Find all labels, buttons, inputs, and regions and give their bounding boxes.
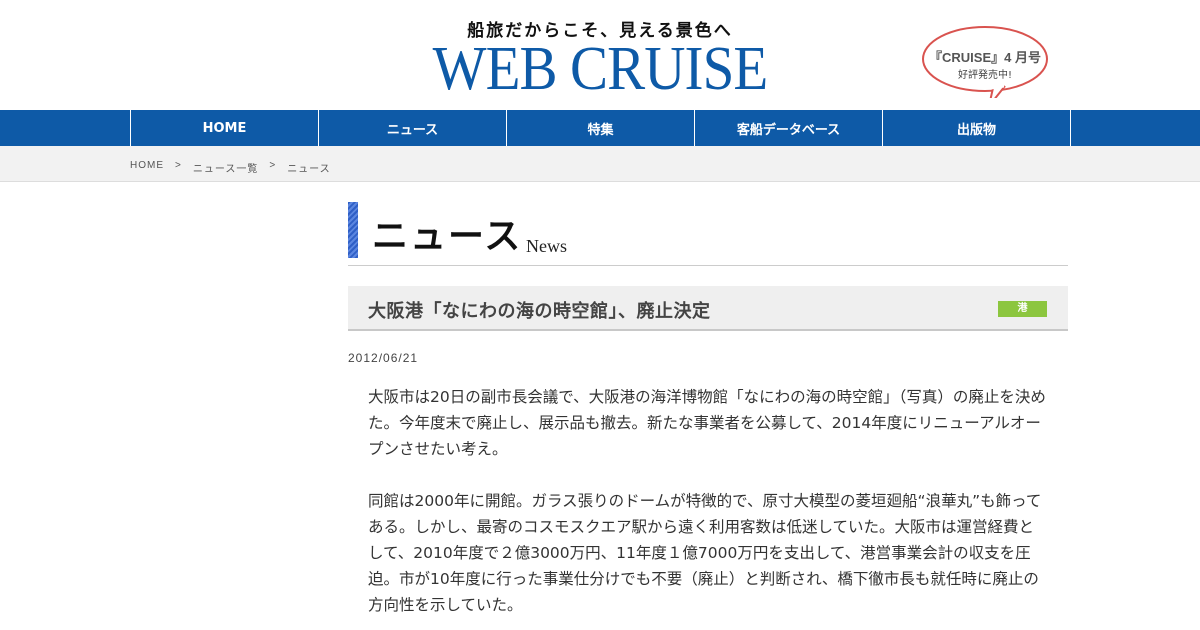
article-date: 2012/06/21	[348, 351, 419, 365]
section-heading: ニュース News	[348, 202, 1068, 266]
promo-issue-text: 『CRUISE』4 月号	[929, 50, 1041, 65]
article-paragraph: 大阪市は20日の副市長会議で、大阪港の海洋博物館「なにわの海の時空館」（写真）の…	[368, 388, 1046, 458]
page-subtitle: News	[526, 236, 567, 256]
breadcrumb-home[interactable]: HOME	[130, 160, 164, 175]
nav-item-publications[interactable]: 出版物	[883, 110, 1071, 146]
breadcrumb-separator: >	[175, 160, 182, 171]
breadcrumb: HOME > ニュース一覧 > ニュース	[130, 160, 331, 175]
promo-sale-text: 好評発売中!	[957, 70, 1012, 81]
nav-item-features[interactable]: 特集	[507, 110, 695, 146]
article-body: 大阪市は20日の副市長会議で、大阪港の海洋博物館「なにわの海の時空館」（写真）の…	[368, 384, 1048, 630]
nav-item-news[interactable]: ニュース	[319, 110, 507, 146]
breadcrumb-bar: HOME > ニュース一覧 > ニュース	[0, 146, 1200, 182]
magazine-promo-badge[interactable]: 『CRUISE』4 月号 好評発売中!	[921, 24, 1049, 98]
article-paragraph: 同館は2000年に開館。ガラス張りのドームが特徴的で、原寸大模型の菱垣廻船“浪華…	[368, 492, 1042, 614]
breadcrumb-separator: >	[269, 160, 277, 171]
site-logo[interactable]: WEB CRUISE	[433, 36, 769, 102]
global-nav: HOME ニュース 特集 客船データベース 出版物	[0, 110, 1200, 146]
breadcrumb-news-list[interactable]: ニュース一覧	[193, 160, 259, 175]
section-accent-bar	[348, 202, 358, 258]
nav-item-ship-database[interactable]: 客船データベース	[695, 110, 883, 146]
article-header: 大阪港「なにわの海の時空館」、廃止決定 港	[348, 286, 1068, 331]
nav-item-home[interactable]: HOME	[131, 110, 319, 146]
article-title: 大阪港「なにわの海の時空館」、廃止決定	[368, 301, 711, 322]
category-tag[interactable]: 港	[998, 301, 1047, 317]
page-title: ニュース	[372, 215, 523, 257]
breadcrumb-current: ニュース	[287, 164, 331, 175]
site-header: 船旅だからこそ、見える景色へ WEB CRUISE 『CRUISE』4 月号 好…	[0, 0, 1200, 110]
